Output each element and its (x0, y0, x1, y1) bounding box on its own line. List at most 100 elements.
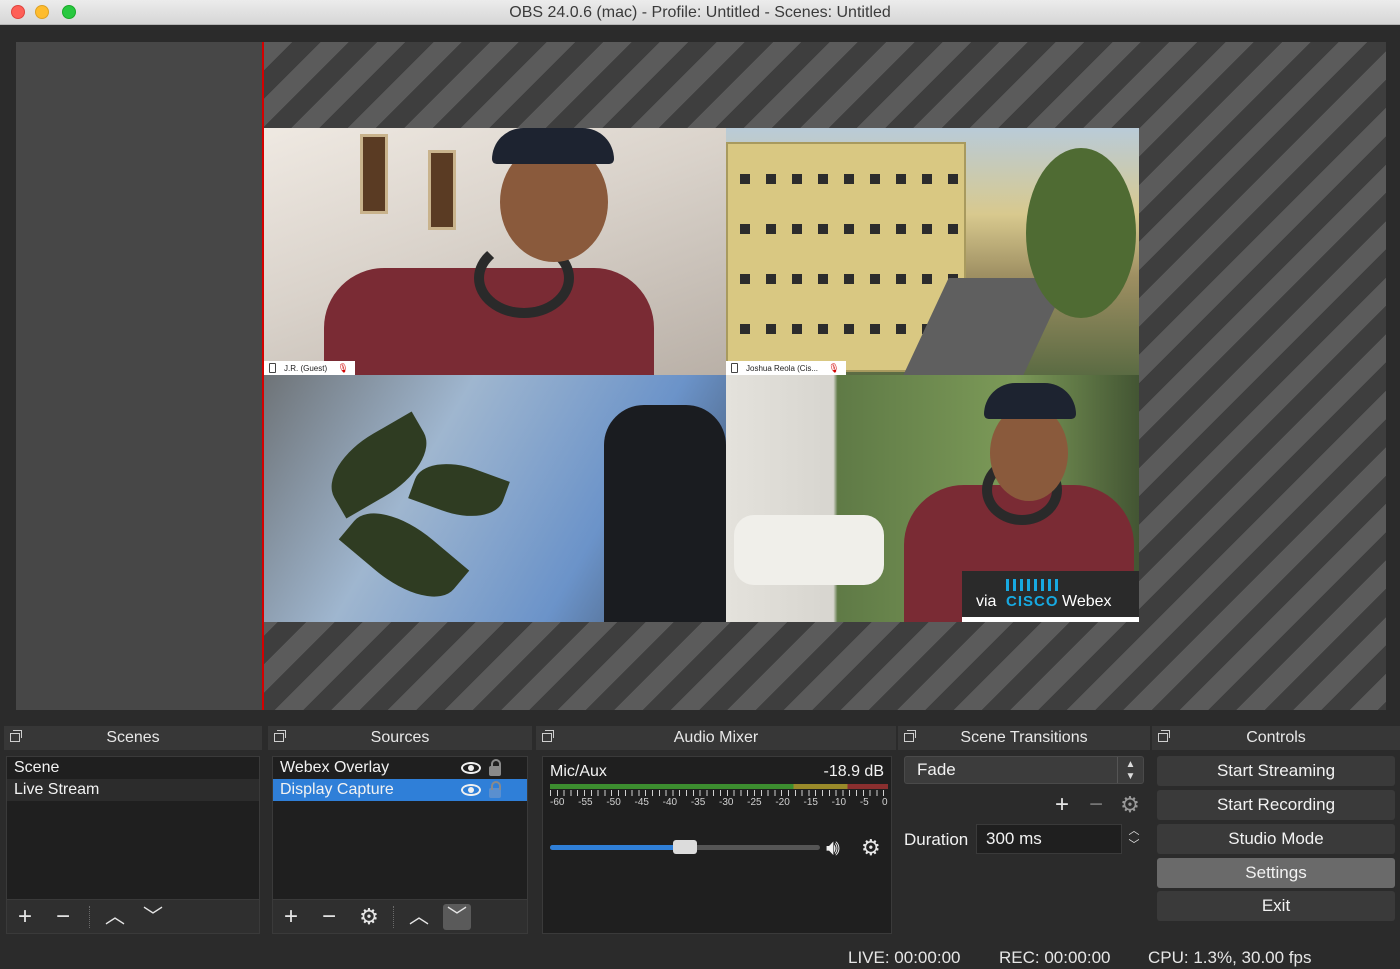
scene-item[interactable]: Scene (7, 757, 259, 779)
move-scene-down-button[interactable]: ﹀ (139, 904, 167, 930)
source-name: Display Capture (280, 781, 394, 798)
transition-properties-gear-icon[interactable]: ⚙ (1116, 792, 1144, 818)
cap (492, 128, 614, 164)
preview-canvas[interactable]: J.R. (Guest) 🎙︎ Joshua Reola (Cis... 🎙︎ (262, 42, 1386, 710)
unlocked-icon[interactable] (489, 781, 501, 798)
webex-logo-text: Webex (1062, 593, 1112, 610)
sources-dock: Sources Webex Overlay Display Capture + … (268, 726, 532, 936)
participant-name: J.R. (Guest) (284, 364, 328, 373)
muted-mic-icon: 🎙︎ (828, 363, 840, 373)
leaf (408, 451, 510, 529)
scenes-list[interactable]: Scene Live Stream + − ︿ ﹀ (6, 756, 260, 934)
device-icon (269, 363, 276, 373)
meter-scale-label: -40 (662, 797, 678, 808)
meter-scale-label: -25 (747, 797, 762, 808)
minimize-window-button[interactable] (35, 5, 49, 19)
preview-margin (16, 42, 262, 710)
webex-overlay-badge: via CISCO Webex (962, 571, 1139, 622)
meter-scale: -60 -55 -50 -45 -40 -35 -30 -25 -20 -15 -10 -5 0 (543, 797, 893, 809)
volume-meter (550, 784, 888, 789)
windows (740, 174, 960, 184)
float-dock-icon[interactable] (904, 730, 916, 742)
window-title: OBS 24.0.6 (mac) - Profile: Untitled - S… (509, 4, 891, 21)
unlocked-icon[interactable] (489, 759, 501, 776)
close-window-button[interactable] (11, 5, 25, 19)
float-dock-icon[interactable] (274, 730, 286, 742)
controls-title: Controls (1246, 729, 1306, 746)
float-dock-icon[interactable] (10, 730, 22, 742)
select-arrows-icon: ▲ ▼ (1117, 757, 1143, 783)
channel-settings-gear-icon[interactable]: ⚙ (861, 836, 881, 860)
meter-scale-label: -10 (831, 797, 847, 808)
toolbar-separator (89, 906, 90, 928)
channel-name: Mic/Aux (550, 763, 607, 780)
meter-scale-label: -20 (775, 797, 790, 808)
transition-select[interactable]: Fade ▲ ▼ (904, 756, 1144, 784)
tree (1026, 148, 1136, 318)
meter-scale-label: -35 (690, 797, 706, 808)
cap (984, 383, 1076, 419)
source-properties-gear-icon[interactable]: ⚙ (355, 904, 383, 930)
exit-button[interactable]: Exit (1157, 891, 1395, 921)
video-tile-webex-self: via CISCO Webex (726, 375, 1139, 622)
meter-scale-label: -5 (859, 797, 869, 808)
scene-transitions-header: Scene Transitions (898, 726, 1150, 750)
scenes-dock: Scenes Scene Live Stream + − ︿ ﹀ (4, 726, 262, 936)
add-scene-button[interactable]: + (11, 904, 39, 930)
live-status: LIVE: 00:00:00 (848, 948, 961, 967)
meter-ticks (550, 790, 888, 796)
duration-stepper[interactable]: ︿ ﹀ (1124, 824, 1144, 854)
participant-name-tag: Joshua Reola (Cis... 🎙︎ (726, 361, 846, 375)
person-head (990, 405, 1068, 501)
preview-area[interactable]: J.R. (Guest) 🎙︎ Joshua Reola (Cis... 🎙︎ (0, 26, 1400, 722)
sources-list[interactable]: Webex Overlay Display Capture + − ⚙ ︿ ﹀ (272, 756, 528, 934)
transition-selected-value: Fade (917, 760, 956, 779)
display-capture-source[interactable]: J.R. (Guest) 🎙︎ Joshua Reola (Cis... 🎙︎ (264, 128, 1139, 622)
source-item[interactable]: Display Capture (273, 779, 527, 801)
source-name: Webex Overlay (280, 759, 390, 776)
controls-header: Controls (1152, 726, 1400, 750)
visibility-eye-icon[interactable] (461, 784, 481, 796)
toolbar-separator (393, 906, 394, 928)
device-icon (731, 363, 738, 373)
speaker-volume-icon[interactable]: 🔊︎ (826, 836, 856, 860)
meter-scale-label: -15 (803, 797, 818, 808)
remove-scene-button[interactable]: − (49, 904, 77, 930)
participant-name: Joshua Reola (Cis... (746, 364, 819, 373)
scenes-title: Scenes (106, 729, 160, 746)
webex-via-text: via (976, 593, 997, 610)
remove-transition-button[interactable]: − (1082, 792, 1110, 818)
participant-name-tag: J.R. (Guest) 🎙︎ (264, 361, 355, 375)
move-source-down-button[interactable]: ﹀ (443, 904, 471, 930)
duration-label: Duration (904, 830, 969, 849)
scene-item[interactable]: Live Stream (7, 779, 259, 801)
meter-scale-label: -60 (550, 797, 565, 808)
start-streaming-button[interactable]: Start Streaming (1157, 756, 1395, 786)
wall-frame (360, 134, 388, 214)
sources-title: Sources (370, 729, 430, 746)
volume-slider[interactable] (550, 840, 820, 854)
add-source-button[interactable]: + (277, 904, 305, 930)
move-source-up-button[interactable]: ︿ (405, 904, 433, 930)
add-transition-button[interactable]: + (1048, 792, 1076, 818)
sources-toolbar: + − ⚙ ︿ ﹀ (273, 899, 527, 933)
move-scene-up-button[interactable]: ︿ (101, 904, 129, 930)
channel-level-db: -18.9 dB (823, 763, 884, 780)
source-item[interactable]: Webex Overlay (273, 757, 527, 779)
sofa (734, 515, 884, 585)
volume-slider-knob[interactable] (673, 840, 697, 854)
studio-mode-button[interactable]: Studio Mode (1157, 824, 1395, 854)
float-dock-icon[interactable] (1158, 730, 1170, 742)
meter-scale-label: -55 (578, 797, 593, 808)
meter-scale-label: -50 (606, 797, 621, 808)
rec-status: REC: 00:00:00 (999, 948, 1111, 967)
wall-frame (428, 150, 456, 230)
zoom-window-button[interactable] (62, 5, 76, 19)
remove-source-button[interactable]: − (315, 904, 343, 930)
audio-mixer-dock: Audio Mixer Mic/Aux -18.9 dB -60 -55 -50 -4… (536, 726, 896, 936)
visibility-eye-icon[interactable] (461, 762, 481, 774)
settings-button[interactable]: Settings (1157, 858, 1395, 888)
duration-input[interactable]: 300 ms (976, 824, 1122, 854)
float-dock-icon[interactable] (542, 730, 554, 742)
start-recording-button[interactable]: Start Recording (1157, 790, 1395, 820)
